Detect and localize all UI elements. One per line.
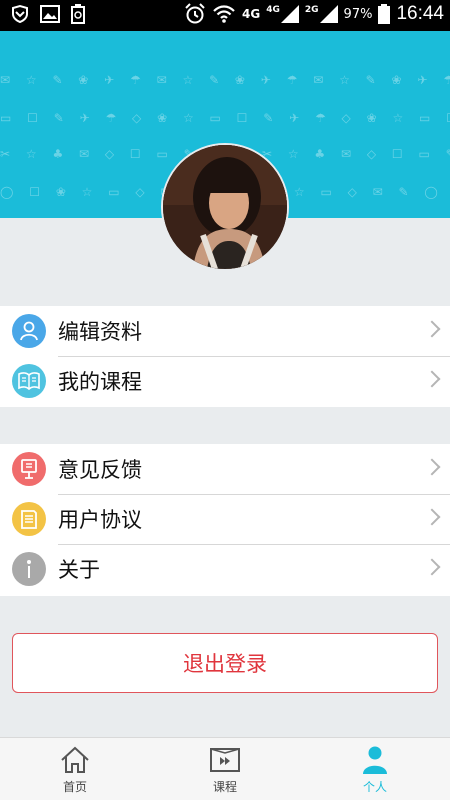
chevron-right-icon	[423, 320, 441, 338]
menu-item-label: 用户协议	[58, 508, 142, 532]
tab-label: 首页	[62, 780, 87, 794]
tab-label: 个人	[362, 780, 387, 794]
menu-item-label: 意见反馈	[58, 458, 142, 482]
menu-item-feedback[interactable]: 意见反馈	[0, 444, 450, 494]
logout-button[interactable]: 退出登录	[12, 633, 438, 693]
menu-item-my-courses[interactable]: 我的课程	[0, 356, 450, 406]
chevron-right-icon	[423, 458, 441, 476]
tab-home[interactable]: 首页	[0, 738, 150, 800]
network-2g-small-label: 2G	[304, 5, 319, 15]
document-icon	[12, 502, 46, 536]
alarm-icon	[185, 3, 205, 24]
home-icon	[61, 746, 89, 773]
course-play-icon	[210, 748, 240, 772]
chevron-right-icon	[423, 370, 441, 388]
network-4g-small-label: 4G	[266, 5, 280, 15]
chevron-right-icon	[423, 558, 441, 576]
tab-courses[interactable]: 课程	[150, 738, 300, 800]
network-type-label: 4G	[242, 7, 261, 21]
menu-item-about[interactable]: 关于	[0, 544, 450, 594]
menu-item-label: 编辑资料	[58, 320, 142, 344]
menu-item-label: 我的课程	[58, 370, 142, 394]
menu-item-label: 关于	[58, 558, 100, 582]
info-icon	[12, 552, 46, 586]
banner-pattern: ✉ ☆ ✎ ❀ ✈ ☂ ✉ ☆ ✎ ❀ ✈ ☂ ✉ ☆ ✎ ❀ ✈ ☂ ✉ ☆ …	[0, 73, 450, 87]
battery-recycle-icon	[71, 4, 85, 24]
battery-percent: 97%	[343, 6, 373, 22]
shield-notification-icon	[12, 4, 28, 24]
avatar-photo	[163, 145, 287, 269]
battery-icon	[378, 4, 391, 24]
signal-strength-icon	[280, 5, 299, 23]
chevron-right-icon	[423, 508, 441, 526]
banner-pattern: ▭ ☐ ✎ ✈ ☂ ◇ ❀ ☆ ▭ ☐ ✎ ✈ ☂ ◇ ❀ ☆ ▭ ☐ ✎ ✈ …	[0, 111, 450, 125]
menu-item-edit-profile[interactable]: 编辑资料	[0, 306, 450, 356]
person-icon	[363, 746, 387, 774]
feedback-icon	[12, 452, 46, 486]
avatar[interactable]	[161, 143, 289, 271]
book-icon	[12, 364, 46, 398]
bottom-navigation: 首页 课程 个人	[0, 737, 450, 800]
clock-time: 16:44	[396, 3, 444, 24]
menu-group-account: 编辑资料 我的课程	[0, 306, 450, 407]
wifi-icon	[213, 5, 235, 23]
tab-profile[interactable]: 个人	[300, 738, 450, 800]
tab-label: 课程	[212, 780, 237, 794]
menu-group-support: 意见反馈 用户协议 关于	[0, 444, 450, 596]
gallery-notification-icon	[40, 5, 60, 23]
status-bar: 4G 4G 2G 97% 16:44	[0, 0, 450, 31]
signal-strength-icon-2	[319, 5, 338, 23]
user-icon	[12, 314, 46, 348]
menu-item-user-agreement[interactable]: 用户协议	[0, 494, 450, 544]
